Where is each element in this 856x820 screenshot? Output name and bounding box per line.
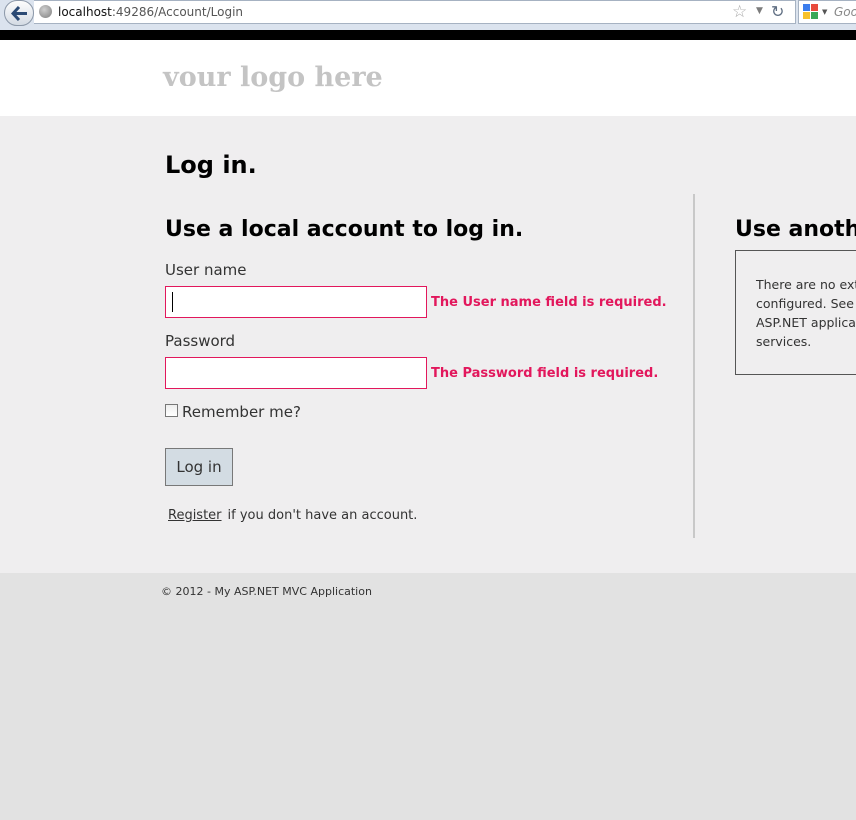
url-host: localhost bbox=[58, 5, 112, 19]
google-search-engine-icon[interactable] bbox=[803, 4, 819, 20]
url-path: :49286/Account/Login bbox=[111, 5, 244, 19]
browser-toolbar: localhost:49286/Account/Login ☆ ▼ ↻ ▼ Go… bbox=[0, 0, 856, 30]
register-prompt: Register if you don't have an account. bbox=[168, 508, 417, 523]
top-black-strip bbox=[0, 30, 856, 40]
back-arrow-icon bbox=[11, 6, 27, 21]
username-input[interactable] bbox=[165, 286, 427, 318]
external-text-line: services. bbox=[756, 334, 812, 349]
back-button[interactable] bbox=[4, 0, 34, 26]
register-link[interactable]: Register bbox=[168, 508, 222, 523]
external-login-box: There are no ext configured. See ASP.NET… bbox=[735, 250, 856, 375]
address-bar[interactable]: localhost:49286/Account/Login ☆ ▼ ↻ bbox=[34, 0, 796, 24]
login-button[interactable]: Log in bbox=[165, 448, 233, 486]
column-divider bbox=[693, 194, 695, 538]
page-title: Log in. bbox=[165, 151, 257, 179]
username-error: The User name field is required. bbox=[431, 295, 667, 310]
password-label: Password bbox=[165, 332, 236, 350]
username-label: User name bbox=[165, 261, 247, 279]
remember-me-label[interactable]: Remember me? bbox=[182, 403, 301, 421]
search-placeholder: Goog bbox=[834, 5, 856, 19]
search-engine-dropdown-icon[interactable]: ▼ bbox=[822, 8, 827, 16]
external-login-message: There are no ext configured. See ASP.NET… bbox=[756, 275, 856, 351]
footer-copyright: © 2012 - My ASP.NET MVC Application bbox=[161, 585, 372, 598]
remember-me-checkbox[interactable] bbox=[165, 404, 178, 417]
reload-icon[interactable]: ↻ bbox=[771, 2, 784, 21]
external-text-line: ASP.NET applicat bbox=[756, 315, 856, 330]
register-suffix: if you don't have an account. bbox=[227, 508, 418, 523]
external-text-line: configured. See bbox=[756, 296, 854, 311]
url-text[interactable]: localhost:49286/Account/Login bbox=[58, 5, 243, 19]
external-text-line: There are no ext bbox=[756, 277, 856, 292]
text-caret bbox=[172, 292, 173, 312]
globe-icon bbox=[39, 5, 52, 18]
site-header: your logo here bbox=[0, 40, 856, 116]
local-login-title: Use a local account to log in. bbox=[165, 217, 524, 242]
password-input[interactable] bbox=[165, 357, 427, 389]
search-bar[interactable]: ▼ Goog bbox=[798, 0, 856, 24]
history-dropdown-icon[interactable]: ▼ bbox=[756, 6, 763, 16]
password-error: The Password field is required. bbox=[431, 366, 659, 381]
external-login-title: Use anothe bbox=[735, 217, 856, 242]
main-content: Log in. Use a local account to log in. U… bbox=[0, 116, 856, 573]
bookmark-star-icon[interactable]: ☆ bbox=[732, 2, 747, 22]
